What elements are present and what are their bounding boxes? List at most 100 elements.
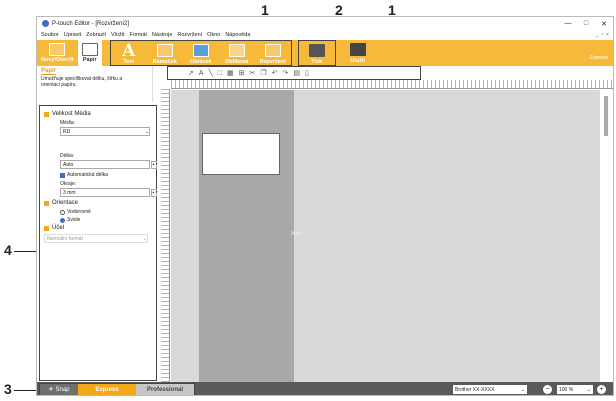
printer-icon (308, 44, 325, 57)
favorite-icon (228, 44, 245, 57)
length-field[interactable]: Auto ▲▼ (60, 160, 158, 169)
drawing-toolbar: ➚ A ╲ □ ▦ ⊞ ✂ ❐ ↶ ↷ ▤ ▯ (167, 66, 421, 80)
tab-new-open[interactable]: Nový/Otevřít (37, 40, 78, 66)
layout-button[interactable]: Rozvržení (255, 41, 291, 67)
select-tool-icon[interactable]: ➚ (188, 69, 194, 77)
undo-icon[interactable]: ↶ (272, 69, 278, 77)
menu-file[interactable]: Soubor (41, 32, 59, 38)
menu-format[interactable]: Formát (130, 32, 147, 38)
vertical-radio[interactable]: Svisle (60, 217, 152, 223)
margin-label: Okraje: (60, 181, 77, 187)
snap-icon: ✈ (48, 387, 54, 393)
menu-insert[interactable]: Vložit (111, 32, 124, 38)
save-button[interactable]: Uložit (340, 40, 376, 66)
zoom-out-button[interactable]: − (543, 385, 552, 394)
mdi-controls[interactable]: _ ♂ × (596, 32, 609, 38)
zoom-in-button[interactable]: + (597, 385, 606, 394)
margin-field[interactable]: 3 mm ▲▼ (60, 188, 158, 197)
purpose-select[interactable]: Normální formát ⌄ (44, 234, 148, 243)
vertical-scrollbar[interactable] (599, 90, 613, 382)
callout-4: 4 (4, 242, 12, 258)
panel-title: Papír (41, 68, 57, 75)
favorite-button[interactable]: Oblíbená (219, 41, 255, 67)
section-icon (44, 111, 49, 117)
express-mode-button[interactable]: Express (78, 384, 136, 395)
redo-icon[interactable]: ↷ (283, 69, 289, 77)
chevron-down-icon: ⌄ (144, 128, 149, 135)
image-button[interactable]: Obrázek (183, 41, 219, 67)
menu-bar: Soubor Upravit Zobrazit Vložit Formát Ná… (37, 30, 613, 40)
text-button[interactable]: A Text (111, 41, 147, 67)
database-icon[interactable]: ▯ (305, 69, 309, 77)
mode-switcher: ✈ Snap Express Professional (39, 383, 195, 395)
minimize-button[interactable]: — (559, 20, 577, 28)
edit-group: A Text Rámeček Obrázek Oblíbená Rozvržen… (109, 40, 292, 67)
align-icon[interactable]: ⊞ (239, 69, 245, 77)
length-label: Délka: (60, 153, 75, 159)
radio-icon (60, 209, 65, 215)
media-select[interactable]: RD ⌄ (60, 127, 150, 136)
section-icon (44, 225, 49, 231)
new-open-icon (49, 43, 66, 56)
checkbox-checked-icon (60, 172, 65, 178)
barcode-tool-icon[interactable]: ▦ (227, 69, 234, 77)
callout-3: 3 (4, 381, 12, 397)
horizontal-ruler (171, 80, 613, 89)
menu-help[interactable]: Nápověda (225, 32, 250, 38)
menu-view[interactable]: Zobrazit (86, 32, 106, 38)
professional-mode-button[interactable]: Professional (136, 384, 194, 395)
length-stepper[interactable]: ▲▼ (151, 161, 158, 169)
callout-line (14, 390, 38, 391)
paper-icon (81, 43, 98, 56)
radio-selected-icon (60, 217, 65, 223)
app-window: P-touch Editor - [Rozvržení2] — □ ✕ Soub… (36, 16, 614, 396)
menu-tools[interactable]: Nástroje (152, 32, 172, 38)
menu-edit[interactable]: Upravit (64, 32, 81, 38)
frame-button[interactable]: Rámeček (147, 41, 183, 67)
table-icon[interactable]: ▤ (293, 69, 300, 77)
auto-length-checkbox[interactable]: Automatická délka (60, 172, 152, 178)
ribbon: Nový/Otevřít Papír A Text Rámeček Obráze… (37, 40, 613, 66)
margin-stepper[interactable]: ▲▼ (151, 189, 158, 197)
frame-icon (156, 44, 173, 57)
orientation-section[interactable]: Orientace (44, 200, 152, 206)
line-tool-icon[interactable]: ╲ (209, 69, 213, 77)
print-group: Tisk (297, 40, 336, 67)
auto-length-label: Auto (291, 231, 302, 237)
app-icon (42, 20, 49, 27)
text-tool-icon[interactable]: A (199, 70, 204, 77)
printer-select[interactable]: Brother XX-XXXX ⌄ (453, 385, 527, 394)
close-button[interactable]: ✕ (595, 20, 613, 28)
text-icon: A (122, 41, 136, 61)
mode-label: Express (589, 55, 608, 61)
horizontal-radio[interactable]: Vodorovně (60, 209, 152, 215)
shape-tool-icon[interactable]: □ (218, 70, 222, 77)
save-icon (349, 43, 366, 56)
window-title: P-touch Editor - [Rozvržení2] (52, 20, 130, 27)
tab-paper[interactable]: Papír (77, 40, 102, 66)
callout-line (14, 251, 38, 252)
maximize-button[interactable]: □ (577, 20, 595, 28)
purpose-section[interactable]: Účel (44, 225, 152, 231)
vertical-ruler (161, 89, 170, 382)
scrollbar-thumb[interactable] (604, 96, 608, 136)
chevron-down-icon: ⌄ (520, 386, 525, 393)
cut-icon[interactable]: ✂ (250, 69, 256, 77)
menu-layout[interactable]: Rozvržení (177, 32, 202, 38)
panel-description: Umožňuje specifikovat délku, šířku a ori… (41, 76, 123, 88)
zoom-select[interactable]: 100 % ⌄ (557, 385, 593, 394)
copy-icon[interactable]: ❐ (260, 69, 266, 77)
print-button[interactable]: Tisk (299, 41, 335, 67)
status-bar: ✈ Snap Express Professional Brother XX-X… (37, 382, 613, 395)
menu-window[interactable]: Okno (207, 32, 220, 38)
editing-canvas[interactable]: Auto (171, 90, 601, 382)
chevron-down-icon: ⌄ (142, 235, 147, 242)
media-size-section[interactable]: Velikost Média (44, 111, 152, 117)
layout-icon (264, 44, 281, 57)
chevron-down-icon: ⌄ (586, 386, 591, 393)
paper-panel-header: Papír Umožňuje specifikovat délku, šířku… (37, 66, 153, 102)
properties-panel: Velikost Média Média: RD ⌄ Délka: Auto ▲▼… (39, 105, 158, 381)
section-icon (44, 200, 49, 206)
snap-button[interactable]: ✈ Snap (40, 384, 78, 395)
label-object[interactable] (202, 133, 280, 175)
